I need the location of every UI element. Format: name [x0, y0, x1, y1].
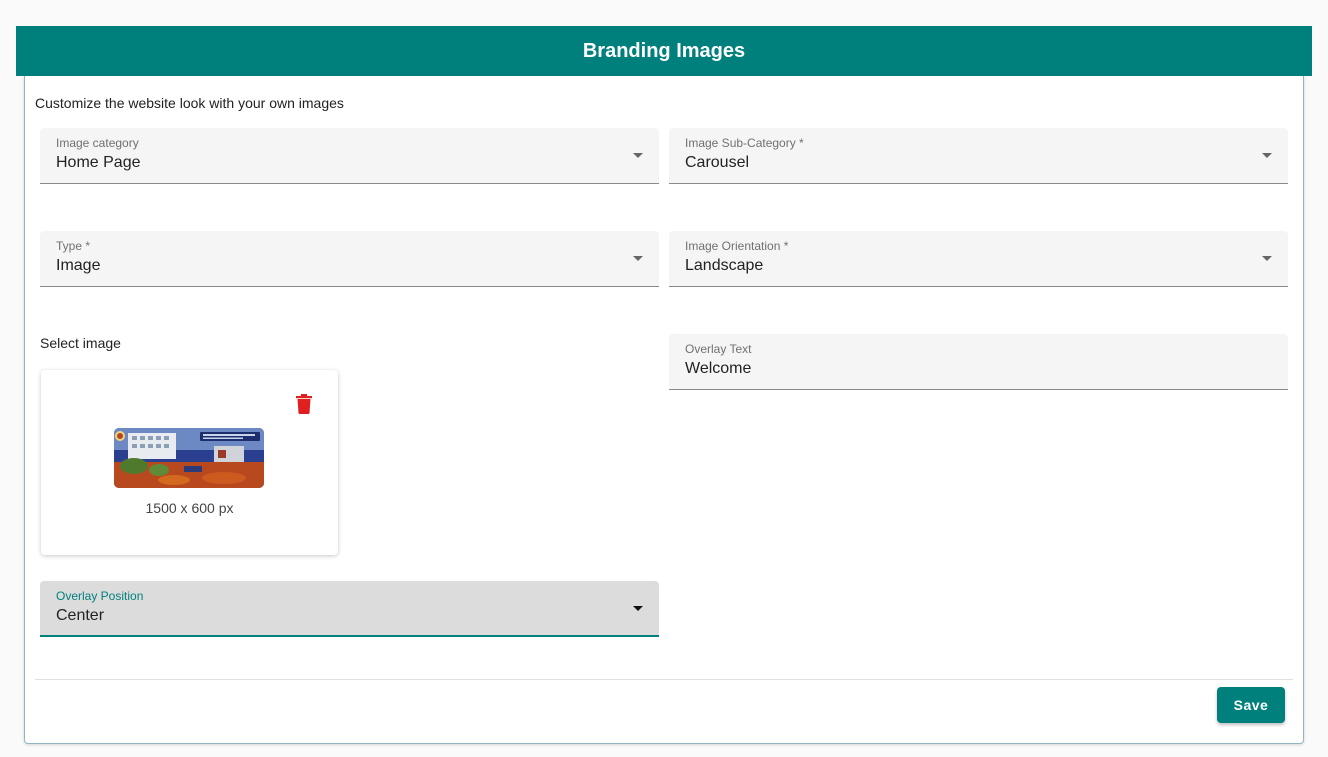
trash-icon: [296, 394, 312, 414]
overlay-text-label: Overlay Text: [685, 342, 752, 356]
type-label: Type *: [56, 239, 91, 253]
image-category-label: Image category: [56, 136, 139, 150]
arrow-drop-down-icon: [1262, 256, 1272, 261]
footer-divider: [35, 679, 1293, 680]
branding-form-card: Customize the website look with your own…: [24, 76, 1304, 744]
save-button[interactable]: Save: [1217, 687, 1285, 723]
overlay-text-value: Welcome: [685, 360, 752, 377]
image-orientation-value: Landscape: [685, 257, 764, 274]
image-category-select[interactable]: Image category Home Page: [40, 128, 659, 184]
select-image-label: Select image: [40, 335, 121, 351]
image-sub-category-value: Carousel: [685, 154, 750, 171]
image-dimensions: 1500 x 600 px: [145, 500, 234, 516]
arrow-drop-down-icon: [633, 606, 643, 611]
type-value: Image: [56, 257, 101, 274]
arrow-drop-down-icon: [1262, 153, 1272, 158]
arrow-drop-down-icon: [633, 153, 643, 158]
overlay-position-value: Center: [56, 607, 105, 624]
image-preview-card: 1500 x 600 px: [41, 370, 338, 555]
image-category-value: Home Page: [56, 154, 141, 171]
page-header: Branding Images: [16, 26, 1312, 76]
overlay-position-select[interactable]: Overlay Position Center: [40, 581, 659, 637]
page-title: Branding Images: [582, 39, 746, 62]
image-orientation-select[interactable]: Image Orientation * Landscape: [669, 231, 1288, 287]
image-sub-category-label: Image Sub-Category *: [685, 136, 804, 150]
form-subtitle: Customize the website look with your own…: [35, 95, 344, 111]
overlay-text-input[interactable]: Overlay Text Welcome: [669, 334, 1288, 390]
campus-photo-image: [114, 428, 264, 488]
uploaded-image-thumbnail[interactable]: [114, 428, 264, 488]
image-sub-category-select[interactable]: Image Sub-Category * Carousel: [669, 128, 1288, 184]
delete-image-button[interactable]: [295, 394, 313, 414]
overlay-position-label: Overlay Position: [56, 589, 144, 603]
image-orientation-label: Image Orientation *: [685, 239, 789, 253]
arrow-drop-down-icon: [633, 256, 643, 261]
type-select[interactable]: Type * Image: [40, 231, 659, 287]
